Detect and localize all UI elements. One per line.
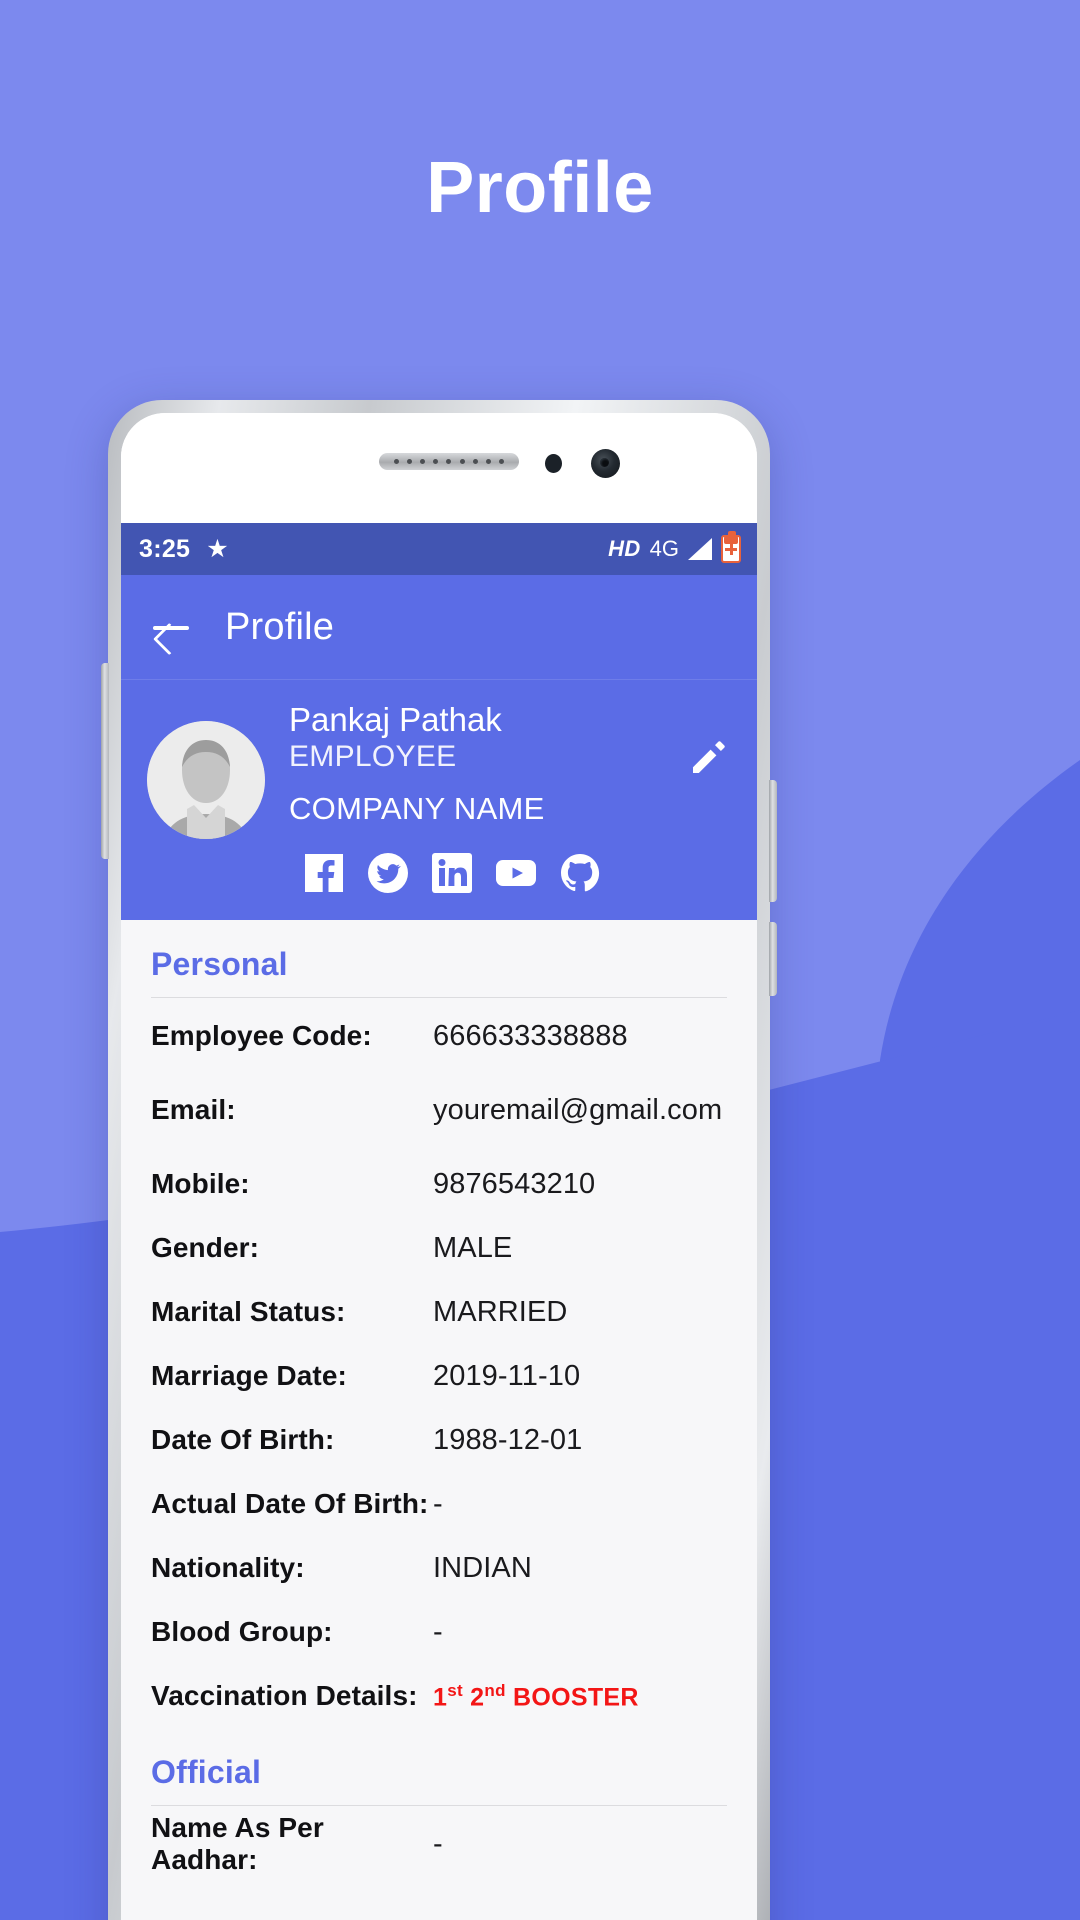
status-bar: 3:25 ★ HD 4G [121,523,757,575]
section-personal: Personal Employee Code: 666633338888 Ema… [121,920,757,1728]
phone-top-bezel [121,413,757,523]
row-value: youremail@gmail.com [433,1093,723,1126]
row-value: - [433,1487,443,1520]
earpiece-speaker-icon [379,453,519,470]
row-value: - [433,1827,443,1860]
status-icons: HD 4G [608,531,741,563]
personal-rows: Employee Code: 666633338888 Email: youre… [121,998,757,1728]
phone-left-button [101,663,109,859]
table-row: Date Of Birth: 1988-12-01 [151,1408,727,1472]
battery-charging-icon [721,531,741,563]
row-value: 666633338888 [433,1019,628,1052]
status-network-label: 4G [649,536,679,561]
row-value: 2019-11-10 [433,1359,581,1392]
table-row: Gender: MALE [151,1216,727,1280]
back-arrow-icon[interactable] [151,607,191,647]
row-label: Blood Group: [151,1616,333,1648]
signal-triangle-icon [688,538,712,560]
app-bar-title: Profile [225,605,335,648]
linkedin-icon[interactable] [431,852,473,894]
app-bar: Profile [121,575,757,679]
facebook-icon[interactable] [303,852,345,894]
row-value: - [433,1615,443,1648]
row-label: Nationality: [151,1552,305,1584]
profile-company: COMPANY NAME [289,791,545,827]
row-label: Marriage Date: [151,1360,347,1392]
proximity-sensor-icon [545,454,562,473]
promo-stage: Profile 3:25 ★ HD 4G Profile Pankaj Path… [0,0,1080,1920]
section-title: Personal [151,946,288,983]
row-value: MALE [433,1231,513,1264]
status-time: 3:25 [139,534,191,563]
row-label: Mobile: [151,1168,250,1200]
row-value: MARRIED [433,1295,568,1328]
table-row: Marriage Date: 2019-11-10 [151,1344,727,1408]
table-row: Marital Status: MARRIED [151,1280,727,1344]
row-label: Employee Code: [151,1020,372,1052]
profile-details: Personal Employee Code: 666633338888 Ema… [121,920,757,1877]
row-value: 9876543210 [433,1167,596,1200]
table-row: Blood Group: - [151,1600,727,1664]
phone-power-button [769,922,777,996]
row-label: Actual Date Of Birth: [151,1488,429,1520]
profile-card: Pankaj Pathak EMPLOYEE COMPANY NAME [121,679,757,921]
twitter-icon[interactable] [367,852,409,894]
section-official: Official Name As Per Aadhar: - [121,1728,757,1876]
row-label: Date Of Birth: [151,1424,335,1456]
row-label: Name As Per Aadhar: [151,1812,324,1876]
section-title: Official [151,1754,262,1791]
phone-screen: 3:25 ★ HD 4G Profile Pankaj Pathak EMPLO… [121,413,757,1920]
row-label: Gender: [151,1232,260,1264]
edit-pencil-icon[interactable] [689,737,729,777]
profile-name: Pankaj Pathak [289,701,502,738]
table-row: Email: youremail@gmail.com [151,1068,727,1152]
avatar [147,721,265,839]
profile-role: EMPLOYEE [289,739,457,773]
social-links [289,852,731,894]
row-label: Email: [151,1094,236,1126]
front-camera-icon [591,449,620,478]
page-title: Profile [426,148,654,228]
table-row: Nationality: INDIAN [151,1536,727,1600]
row-label: Vaccination Details: [151,1680,418,1712]
profile-info: Pankaj Pathak EMPLOYEE COMPANY NAME [289,695,731,894]
row-value: INDIAN [433,1551,532,1584]
app-viewport: 3:25 ★ HD 4G Profile Pankaj Pathak EMPLO… [121,523,757,1920]
star-icon: ★ [206,534,229,563]
table-row: Employee Code: 666633338888 [151,1004,727,1068]
youtube-icon[interactable] [495,852,537,894]
official-rows: Name As Per Aadhar: - [121,1806,757,1876]
table-row: Actual Date Of Birth: - [151,1472,727,1536]
github-icon[interactable] [559,852,601,894]
status-hd-label: HD [608,536,641,561]
table-row: Name As Per Aadhar: - [151,1812,727,1876]
phone-mockup: 3:25 ★ HD 4G Profile Pankaj Pathak EMPLO… [101,400,777,1920]
table-row: Vaccination Details: 1st 2nd BOOSTER [151,1664,727,1728]
vaccination-value: 1st 2nd BOOSTER [433,1680,639,1712]
table-row: Mobile: 9876543210 [151,1152,727,1216]
row-value: 1988-12-01 [433,1423,583,1456]
phone-volume-button [769,780,777,902]
row-label: Marital Status: [151,1296,346,1328]
